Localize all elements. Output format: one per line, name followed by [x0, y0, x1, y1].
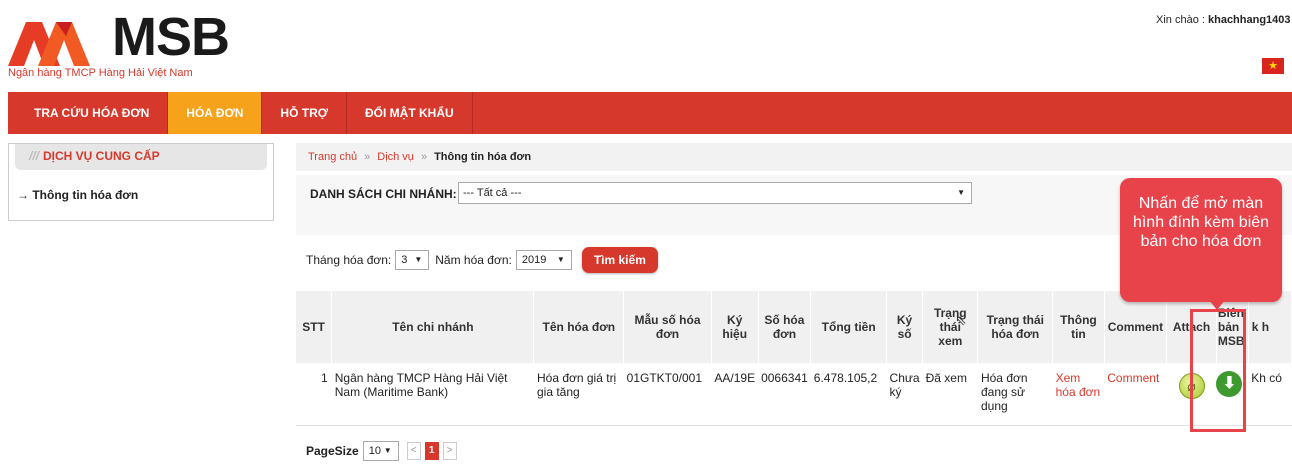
cell-symbol: AA/19E — [711, 363, 759, 426]
col-view-status: Trạng thái xem — [922, 291, 979, 363]
month-value: 3 — [401, 254, 408, 266]
page-size-select[interactable]: 10 ▼ — [362, 441, 399, 461]
year-select[interactable]: 2019 ▼ — [515, 250, 572, 270]
prev-page-button[interactable]: < — [406, 442, 421, 460]
attach-highlight-box — [1190, 309, 1246, 432]
page-size-value: 10 — [368, 445, 381, 457]
cell-total: 6.478.105,2 — [810, 363, 887, 426]
col-stt: STT — [296, 291, 333, 363]
year-value: 2019 — [521, 254, 547, 266]
cell-branch: Ngân hàng TMCP Hàng Hải Việt Nam (Mariti… — [331, 363, 534, 426]
attach-callout: Nhấn để mở màn hình đính kèm biên bản ch… — [1120, 178, 1282, 302]
month-label: Tháng hóa đơn: — [306, 253, 392, 267]
cell-invoice-status: Hóa đơn đang sử dụng — [977, 363, 1053, 426]
chevron-down-icon: ▼ — [957, 188, 965, 197]
msb-logo-mark-icon — [8, 22, 90, 66]
branch-select[interactable]: --- Tất cả --- ▼ — [458, 182, 972, 204]
cell-stt: 1 — [296, 363, 332, 426]
chevron-down-icon: ▼ — [414, 255, 423, 264]
page-size-label: PageSize — [306, 444, 359, 458]
cell-template: 01GTKT0/001 — [623, 363, 712, 426]
col-invoice-name: Tên hóa đơn — [533, 291, 625, 363]
main-nav: TRA CỨU HÓA ĐƠN HÓA ĐƠN HỖ TRỢ ĐỔI MẬT K… — [8, 92, 1292, 134]
table-row: 1 Ngân hàng TMCP Hàng Hải Việt Nam (Mari… — [296, 363, 1292, 426]
sidebar: ///DỊCH VỤ CUNG CẤP → Thông tin hóa đơn — [8, 143, 274, 221]
month-select[interactable]: 3 ▼ — [395, 250, 430, 270]
cell-number: 0066341 — [758, 363, 811, 426]
slash-decoration-icon: /// — [29, 149, 40, 163]
cell-invoice-name: Hóa đơn giá trị gia tăng — [533, 363, 624, 426]
user-greeting: Xin chào : khachhang1403 — [1156, 14, 1291, 26]
cell-view-status: Đã xem — [922, 363, 978, 426]
pager: PageSize 10 ▼ < 1 > — [306, 441, 461, 461]
invoice-table: STT Tên chi nhánh Tên hóa đơn Mẫu số hóa… — [296, 291, 1292, 426]
page-1-button[interactable]: 1 — [424, 442, 439, 460]
col-template: Mẫu số hóa đơn — [623, 291, 712, 363]
col-info: Thông tin — [1052, 291, 1105, 363]
breadcrumb-service[interactable]: Dịch vụ — [377, 151, 414, 163]
sidebar-title: DỊCH VỤ CUNG CẤP — [43, 149, 160, 163]
col-symbol: Ký hiệu — [711, 291, 759, 363]
col-total: Tổng tiền — [810, 291, 888, 363]
branch-filter-label: DANH SÁCH CHI NHÁNH: — [310, 187, 457, 201]
breadcrumb-home[interactable]: Trang chủ — [308, 151, 357, 163]
filter-row: Tháng hóa đơn: 3 ▼ Năm hóa đơn: 2019 ▼ T… — [306, 247, 658, 273]
search-button[interactable]: Tìm kiếm — [581, 247, 658, 273]
msb-logo[interactable]: MSB Ngân hàng TMCP Hàng Hải Việt Nam — [8, 6, 248, 84]
logo-subtitle: Ngân hàng TMCP Hàng Hải Việt Nam — [8, 67, 193, 79]
nav-ho-tro[interactable]: HỖ TRỢ — [262, 92, 347, 134]
view-invoice-link[interactable]: Xem hóa đơn — [1052, 363, 1105, 426]
vietnam-flag-icon[interactable]: ★ — [1262, 58, 1284, 74]
cell-signed: Chưa ký — [886, 363, 923, 426]
chevron-down-icon: ▼ — [383, 446, 392, 455]
breadcrumb-separator: » — [420, 151, 428, 163]
comment-link[interactable]: Comment — [1104, 363, 1167, 426]
sidebar-item-thong-tin-hoa-don[interactable]: → Thông tin hóa đơn — [17, 188, 138, 202]
year-label: Năm hóa đơn: — [435, 253, 512, 267]
col-invoice-status: Trạng thái hóa đơn — [977, 291, 1054, 363]
nav-tra-cuu-hoa-don[interactable]: TRA CỨU HÓA ĐƠN — [8, 92, 169, 134]
logo-text: MSB — [112, 7, 230, 67]
chevron-down-icon: ▼ — [556, 255, 565, 264]
col-number: Số hóa đơn — [758, 291, 812, 363]
col-branch: Tên chi nhánh — [331, 291, 535, 363]
breadcrumb-current: Thông tin hóa đơn — [434, 151, 532, 163]
col-signed: Ký số — [886, 291, 924, 363]
nav-doi-mat-khau[interactable]: ĐỔI MẬT KHẨU — [347, 92, 473, 134]
breadcrumb: Trang chủ » Dịch vụ » Thông tin hóa đơn — [296, 143, 1292, 171]
branch-select-value: --- Tất cả --- — [463, 187, 522, 199]
greeting-prefix: Xin chào : — [1156, 14, 1205, 26]
sidebar-header: ///DỊCH VỤ CUNG CẤP — [15, 144, 267, 170]
username[interactable]: khachhang1403 — [1208, 14, 1291, 26]
nav-hoa-don[interactable]: HÓA ĐƠN — [168, 92, 263, 134]
breadcrumb-separator: » — [364, 151, 371, 163]
next-page-button[interactable]: > — [442, 442, 457, 460]
cell-extra: Kh có — [1248, 363, 1292, 426]
mouse-cursor-icon: ⇖ — [955, 312, 967, 328]
